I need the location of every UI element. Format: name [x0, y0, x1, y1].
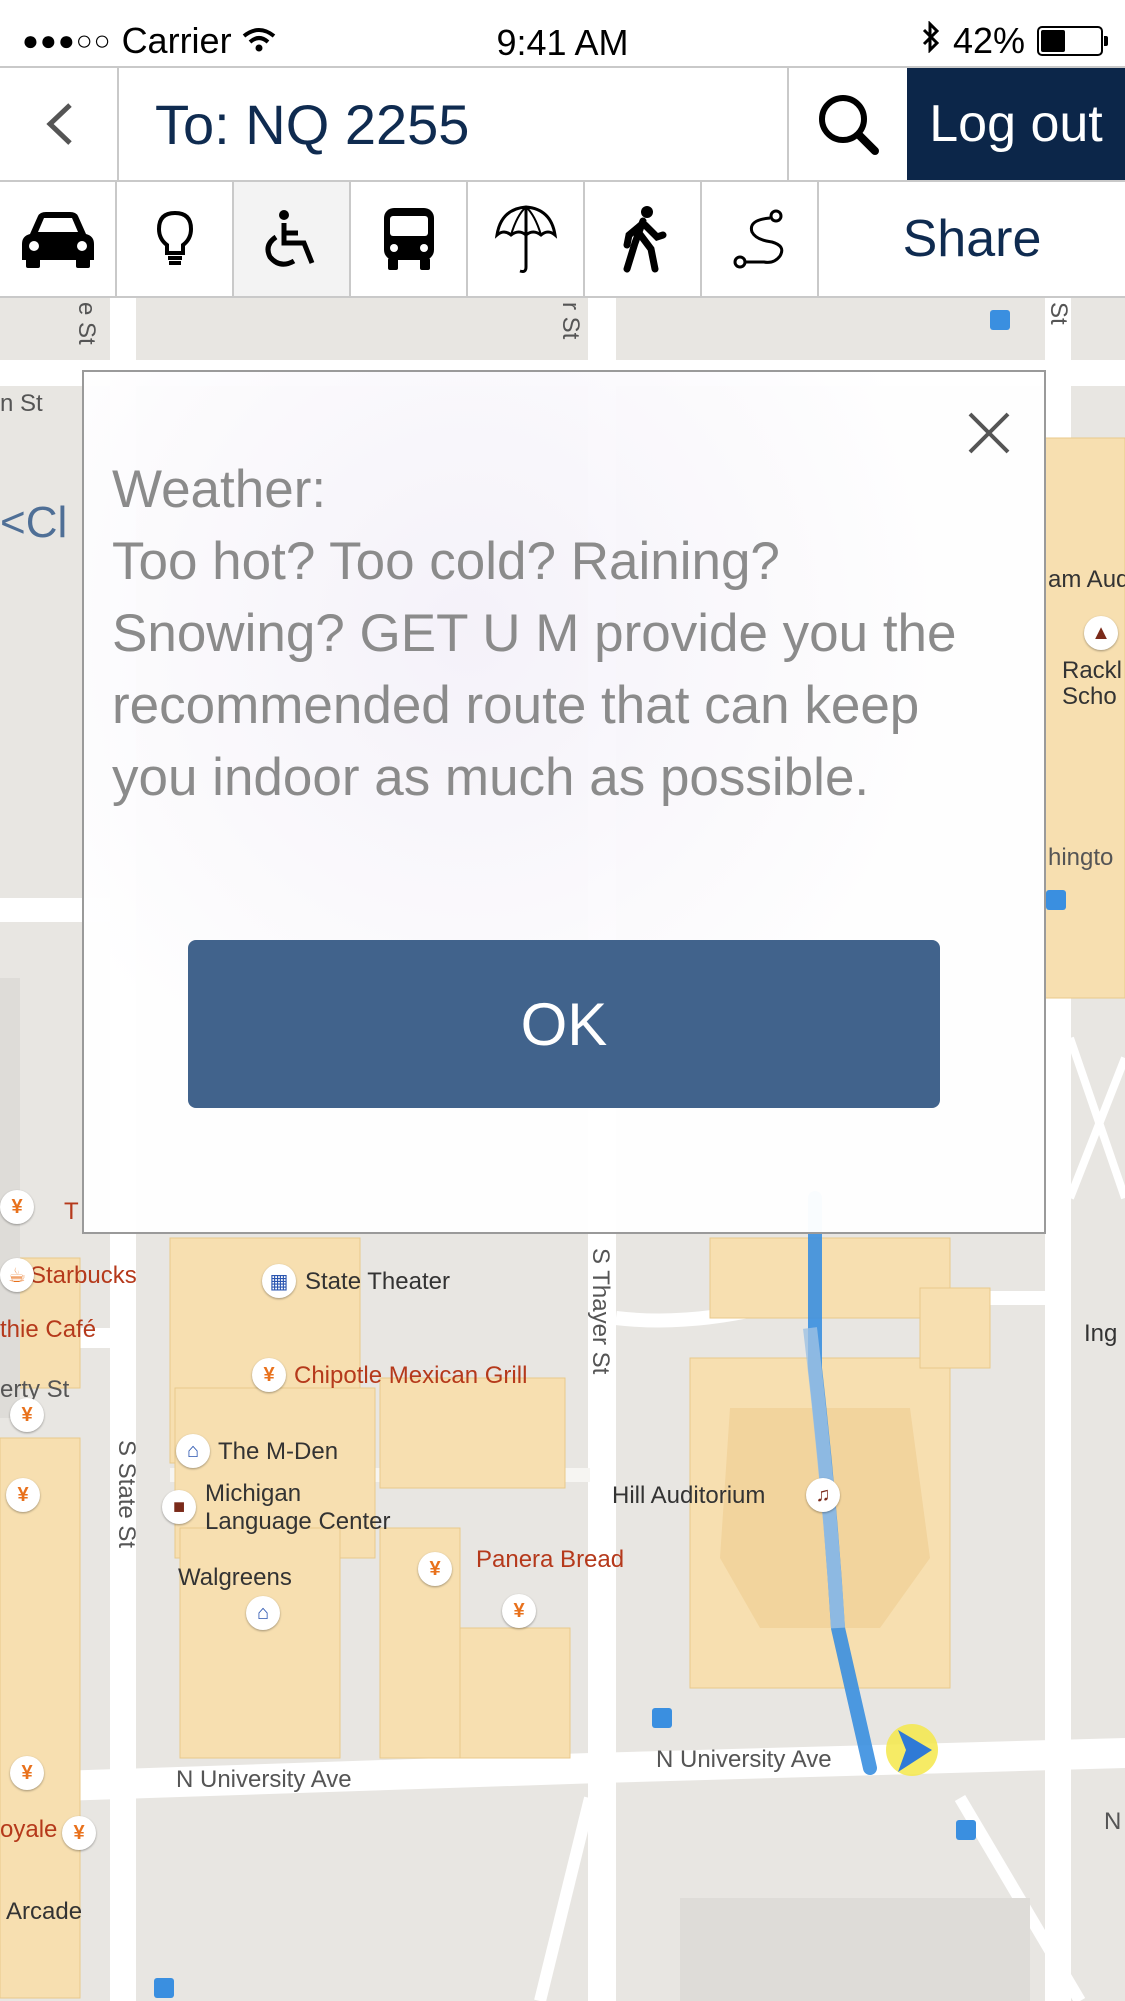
map-label-street-top-3: St	[1045, 302, 1072, 325]
map-label-partial-t: T	[64, 1198, 79, 1225]
shopping-icon[interactable]: ⌂	[176, 1434, 210, 1468]
school-icon[interactable]: ■	[162, 1490, 196, 1524]
restaurant-icon[interactable]: ¥	[0, 1190, 34, 1224]
map-label-starbucks[interactable]: Starbucks	[30, 1262, 137, 1290]
restaurant-icon[interactable]: ¥	[10, 1756, 44, 1790]
share-button[interactable]: Share	[819, 182, 1125, 296]
route-icon	[733, 209, 783, 269]
map-label-rackham: Rackl Scho	[1062, 657, 1123, 710]
map-label-arcade: Arcade	[6, 1898, 83, 1925]
navigation-header: To: NQ 2255 Log out	[0, 66, 1125, 182]
destination-field[interactable]: To: NQ 2255	[119, 68, 789, 180]
mode-route-button[interactable]	[702, 182, 819, 296]
close-button[interactable]	[964, 408, 1014, 458]
lightbulb-icon	[156, 210, 193, 265]
restaurant-icon[interactable]: ¥	[418, 1552, 452, 1586]
coffee-icon[interactable]: ☕	[0, 1258, 34, 1292]
chevron-left-icon	[45, 103, 72, 145]
map-label-s-state-st: S State St	[113, 1440, 140, 1549]
theater-icon[interactable]: ▦	[262, 1264, 296, 1298]
mode-lighting-button[interactable]	[117, 182, 234, 296]
mode-weather-button[interactable]	[468, 182, 585, 296]
modal-message: Weather: Too hot? Too cold? Raining? Sno…	[112, 454, 1012, 814]
battery-icon	[1037, 26, 1108, 56]
mode-driving-button[interactable]	[0, 182, 117, 296]
school-icon[interactable]: ▲	[1084, 616, 1118, 650]
map-label-street-top-2: r St	[557, 302, 584, 340]
battery-percent: 42%	[952, 20, 1025, 61]
back-button[interactable]	[0, 68, 119, 180]
route-mode-toolbar: Share	[0, 182, 1125, 298]
map-label-walgreens[interactable]: Walgreens	[178, 1564, 292, 1592]
map-label-chipotle[interactable]: Chipotle Mexican Grill	[294, 1362, 527, 1390]
mode-walking-button[interactable]	[585, 182, 702, 296]
walking-icon	[623, 206, 666, 273]
search-icon	[819, 95, 879, 155]
map-label-auditorium-right: am Aud	[1048, 566, 1125, 593]
map-label-michigan-language-center[interactable]: Michigan Language Center	[205, 1480, 390, 1536]
map-label-hill-auditorium[interactable]: Hill Auditorium	[612, 1482, 765, 1510]
restaurant-icon[interactable]: ¥	[502, 1594, 536, 1628]
map-label-n-university-ave-right: N University Ave	[656, 1746, 832, 1773]
map-label-cafe[interactable]: thie Café	[0, 1316, 96, 1344]
map-label-street-top-1: e St	[73, 302, 100, 345]
mode-accessible-button[interactable]	[234, 182, 351, 296]
status-right: 42%	[921, 20, 1108, 62]
map-label-washington: hingto	[1048, 844, 1114, 871]
restaurant-icon[interactable]: ¥	[10, 1398, 44, 1432]
map-label-partial-left: <Cl	[0, 498, 68, 547]
restaurant-icon[interactable]: ¥	[252, 1358, 286, 1392]
restaurant-icon[interactable]: ¥	[6, 1478, 40, 1512]
wheelchair-icon	[265, 210, 314, 267]
weather-info-modal: Weather: Too hot? Too cold? Raining? Sno…	[82, 370, 1046, 1234]
umbrella-icon	[494, 205, 557, 273]
map-label-royale[interactable]: oyale	[0, 1816, 57, 1844]
music-venue-icon[interactable]: ♫	[806, 1478, 840, 1512]
ok-button[interactable]: OK	[188, 940, 940, 1108]
bus-icon	[383, 208, 434, 270]
bluetooth-icon	[921, 20, 941, 62]
logout-button[interactable]: Log out	[907, 68, 1125, 180]
restaurant-icon[interactable]: ¥	[62, 1816, 96, 1850]
map-label-panera-bread[interactable]: Panera Bread	[476, 1546, 624, 1574]
status-bar: ●●●○○ Carrier 9:41 AM 42%	[0, 0, 1125, 66]
close-icon	[968, 412, 1010, 454]
map-label-ingalls: Ing	[1084, 1320, 1118, 1347]
map-label-street-top-left: n St	[0, 390, 43, 417]
map-label-n-right: N	[1104, 1808, 1122, 1835]
map-label-m-den[interactable]: The M-Den	[218, 1438, 338, 1466]
car-icon	[21, 212, 94, 268]
battery-fill	[1041, 30, 1065, 52]
mode-bus-button[interactable]	[351, 182, 468, 296]
map-label-state-theater[interactable]: State Theater	[305, 1268, 450, 1296]
modal-body: Too hot? Too cold? Raining? Snowing? GET…	[112, 532, 957, 807]
search-button[interactable]	[789, 68, 907, 180]
modal-heading: Weather:	[112, 460, 327, 519]
map-label-s-thayer-st: S Thayer St	[587, 1248, 614, 1375]
map-label-n-university-ave-left: N University Ave	[176, 1766, 352, 1793]
shopping-icon[interactable]: ⌂	[246, 1596, 280, 1630]
